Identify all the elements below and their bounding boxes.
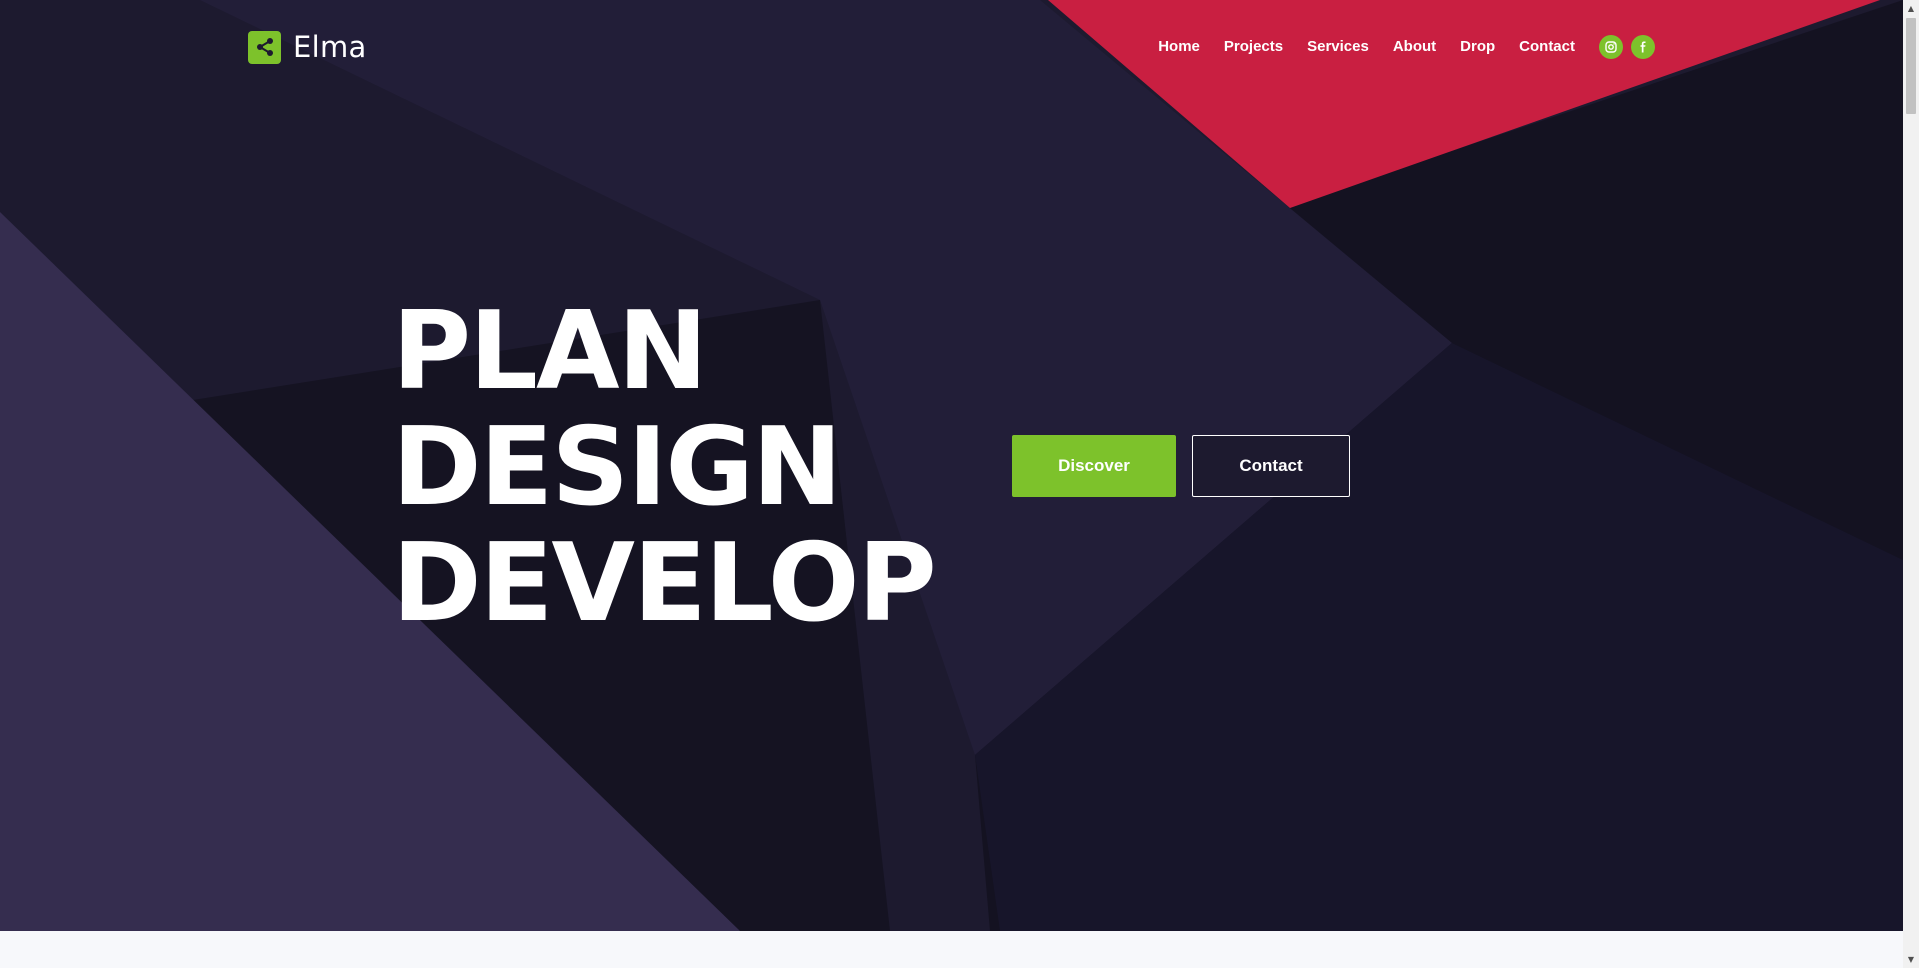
- nav-item-home[interactable]: Home: [1158, 36, 1200, 58]
- nav-item-drop[interactable]: Drop: [1460, 36, 1495, 58]
- headline-line-design: DESIGN: [392, 405, 842, 530]
- next-section: [0, 931, 1903, 968]
- discover-button[interactable]: Discover: [1012, 435, 1176, 497]
- nav-item-about[interactable]: About: [1393, 36, 1436, 58]
- brand-logo[interactable]: Elma: [248, 30, 367, 64]
- nav-item-projects[interactable]: Projects: [1224, 36, 1283, 58]
- scroll-up-icon[interactable]: ▲: [1903, 0, 1919, 17]
- headline-line-plan: PLAN: [392, 289, 708, 414]
- main-nav: Home Projects Services About Drop Contac…: [1158, 35, 1655, 59]
- nav-item-contact[interactable]: Contact: [1519, 36, 1575, 58]
- scroll-down-icon[interactable]: ▼: [1903, 951, 1919, 968]
- facebook-icon[interactable]: [1631, 35, 1655, 59]
- page-scrollbar[interactable]: ▲ ▼: [1903, 0, 1919, 968]
- hero-section: Elma Home Projects Services About Drop C…: [0, 0, 1903, 931]
- contact-button[interactable]: Contact: [1192, 435, 1350, 497]
- hero-background-shapes: [0, 0, 1903, 931]
- browser-viewport: Elma Home Projects Services About Drop C…: [0, 0, 1903, 968]
- brand-name: Elma: [293, 30, 367, 64]
- instagram-icon[interactable]: [1599, 35, 1623, 59]
- scrollbar-thumb[interactable]: [1906, 18, 1916, 114]
- hero-headline: PLAN DESIGN DEVELOP: [392, 289, 937, 646]
- share-icon: [248, 30, 281, 64]
- nav-item-services[interactable]: Services: [1307, 36, 1369, 58]
- social-links: [1599, 35, 1655, 59]
- headline-line-develop: DEVELOP: [392, 521, 937, 646]
